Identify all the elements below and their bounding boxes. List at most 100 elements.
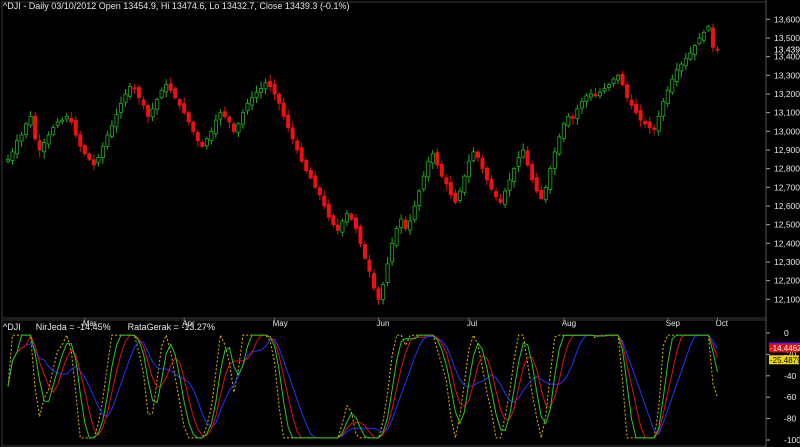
candle-body [462,175,467,193]
candle-body [439,164,444,177]
candle-body [15,140,20,155]
candle-body [60,119,65,123]
candle-body [64,116,69,120]
candle-body [10,151,15,161]
price-tick-label: 12,700 [774,182,800,192]
candle-body [195,132,200,142]
candle-body [358,226,363,244]
price-tick-label: 12,500 [774,220,800,230]
candle-body [299,147,304,162]
stock-chart[interactable]: 12,100 12,200 12,300 12,400 12,500 12,600 12,7… [0,0,800,447]
candle-body [426,160,431,178]
price-panel-frame [1,1,767,319]
candle-body [679,63,684,72]
candle-body [33,115,38,140]
candle-body [471,151,476,162]
candle-body [530,163,535,181]
price-tick-label: 13,000 [774,126,800,136]
candle-body [602,88,607,92]
candle-body [200,141,205,147]
candle-body [159,89,164,99]
candle-body [259,88,264,93]
candle-body [485,167,490,181]
price-tick-label: 12,300 [774,257,800,267]
indicator-line-blue [7,334,718,439]
candle-body [638,110,643,121]
indicator-line-red [7,333,718,439]
candle-body [209,130,214,142]
candle-body [688,52,693,60]
candle-body [295,140,300,151]
candle-body [141,99,146,106]
candle-body [326,203,331,218]
candle-body [213,119,218,135]
candle-body [435,152,440,166]
candle-body [417,190,422,207]
candle-body [399,218,404,228]
candle-body [466,160,471,178]
candle-body [263,82,268,90]
candle-body [579,101,584,109]
price-tick-label: 12,600 [774,201,800,211]
candle-body [616,74,621,81]
price-header: ^DJI - Daily 03/10/2012 Open 13454.9, Hi… [3,1,350,11]
candle-body [372,273,377,289]
candle-body [69,117,74,123]
price-tick-label: 13,600 [774,14,800,24]
candle-body [629,99,634,106]
candle-body [570,116,575,119]
candle-body [489,178,494,190]
candle-body [521,149,526,158]
candle-body [42,142,47,153]
candle-body [611,78,616,84]
candle-body [607,84,612,88]
candle-body [661,101,666,117]
candle-body [164,84,169,93]
indicator-panel-frame [1,319,767,447]
candle-body [96,157,101,164]
candle-body [620,73,625,86]
candle-body [222,111,227,117]
candle-body [340,220,345,233]
indicator-tick-label: 0 [784,328,789,338]
price-panel: 12,100 12,200 12,300 12,400 12,500 12,600 12,7… [1,1,800,328]
candle-body [674,69,679,82]
candle-body [634,103,639,114]
candle-body [231,123,236,132]
candle-body [132,87,137,90]
candle-body [146,105,151,117]
candle-body [376,288,381,300]
candle-body [168,83,173,91]
candle-body [100,145,105,158]
candle-body [78,134,83,147]
candle-body [710,27,715,48]
candle-body [408,220,413,231]
indicator-value-tag-label: -14.4462 [770,344,800,353]
candle-body [236,123,241,133]
candle-body [73,119,78,136]
candle-body [353,217,358,229]
candle-body [444,177,449,184]
indicator-symbol: ^DJI [3,322,21,332]
candle-body [394,227,399,246]
candle-body [593,93,598,97]
candle-body [290,127,295,140]
candle-body [24,123,29,135]
candle-body [706,26,711,31]
candle-body [322,195,327,207]
candle-body [177,99,182,106]
candle-body [362,244,367,259]
candle-body [218,112,223,120]
candle-body [250,97,255,106]
candle-body [701,32,706,41]
indicator-header: ^DJI NirJeda = -14.45% RataGerak = -13.2… [3,322,215,332]
candle-body [37,140,42,151]
candle-body [566,116,571,127]
candle-body [91,159,96,166]
candle-body [670,78,675,93]
candle-body [390,242,395,263]
candle-body [494,191,499,198]
candle-body [453,192,458,203]
indicator-tick-label: -80 [784,414,797,424]
candle-body [512,168,517,182]
